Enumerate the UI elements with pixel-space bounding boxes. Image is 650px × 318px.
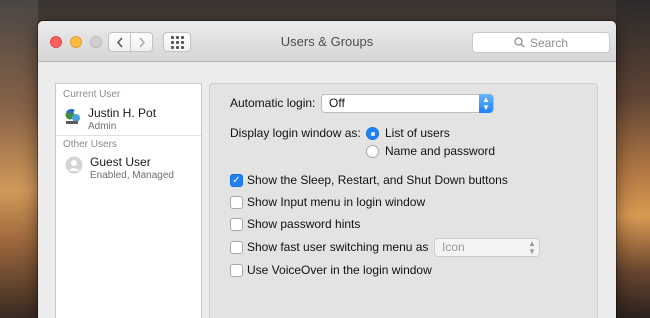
user-row-guest[interactable]: Guest User Enabled, Managed bbox=[56, 152, 201, 182]
checkbox-label: Use VoiceOver in the login window bbox=[247, 263, 432, 277]
display-login-label: Display login window as: bbox=[230, 126, 361, 140]
checkbox-show-password-hints[interactable] bbox=[230, 218, 243, 231]
user-role: Admin bbox=[88, 121, 117, 132]
automatic-login-label: Automatic login: bbox=[230, 96, 316, 110]
users-groups-window: Users & Groups Search Current User Justi… bbox=[38, 21, 616, 318]
updown-arrows-icon: ▲ ▼ bbox=[479, 94, 493, 113]
checkbox-fast-user-switching[interactable] bbox=[230, 241, 243, 254]
fast-switch-select[interactable]: Icon ▲ ▼ bbox=[434, 238, 540, 257]
user-role: Enabled, Managed bbox=[90, 170, 174, 181]
checkbox-label: Show Input menu in login window bbox=[247, 195, 426, 209]
automatic-login-select[interactable]: Off ▲ ▼ bbox=[321, 94, 494, 113]
search-placeholder: Search bbox=[529, 35, 569, 50]
checkbox-label: Show fast user switching menu as bbox=[247, 240, 429, 254]
divider bbox=[56, 135, 201, 136]
user-row-current[interactable]: Justin H. Pot Admin bbox=[56, 103, 201, 133]
search-icon bbox=[514, 37, 525, 48]
checkbox-show-sleep-restart[interactable]: ✓ bbox=[230, 174, 243, 187]
current-user-header: Current User bbox=[63, 89, 121, 100]
user-name: Justin H. Pot bbox=[88, 106, 157, 120]
radio-label: List of users bbox=[385, 126, 450, 140]
desktop-wallpaper-left bbox=[0, 0, 38, 318]
checkbox-show-input-menu[interactable] bbox=[230, 196, 243, 209]
automatic-login-value: Off bbox=[329, 96, 345, 110]
radio-name-and-password[interactable] bbox=[366, 145, 379, 158]
user-name: Guest User bbox=[90, 155, 151, 169]
checkbox-label: Show password hints bbox=[247, 217, 361, 231]
radio-label: Name and password bbox=[385, 144, 496, 158]
checkbox-label: Show the Sleep, Restart, and Shut Down b… bbox=[247, 173, 508, 187]
updown-arrows-icon: ▲ ▼ bbox=[528, 238, 536, 256]
title-bar: Users & Groups Search bbox=[38, 21, 616, 62]
user-list: Current User Justin H. Pot Admin Other U… bbox=[55, 83, 202, 318]
login-options-panel: Automatic login: Off ▲ ▼ Display login wi… bbox=[209, 83, 598, 318]
fast-switch-value: Icon bbox=[442, 240, 465, 254]
checkbox-voiceover[interactable] bbox=[230, 264, 243, 277]
other-users-header: Other Users bbox=[63, 139, 117, 150]
user-avatar-icon bbox=[65, 108, 80, 124]
desktop-wallpaper-right bbox=[616, 0, 650, 318]
radio-list-of-users[interactable] bbox=[366, 127, 379, 140]
search-field[interactable]: Search bbox=[472, 32, 610, 53]
guest-avatar-icon bbox=[65, 156, 83, 174]
